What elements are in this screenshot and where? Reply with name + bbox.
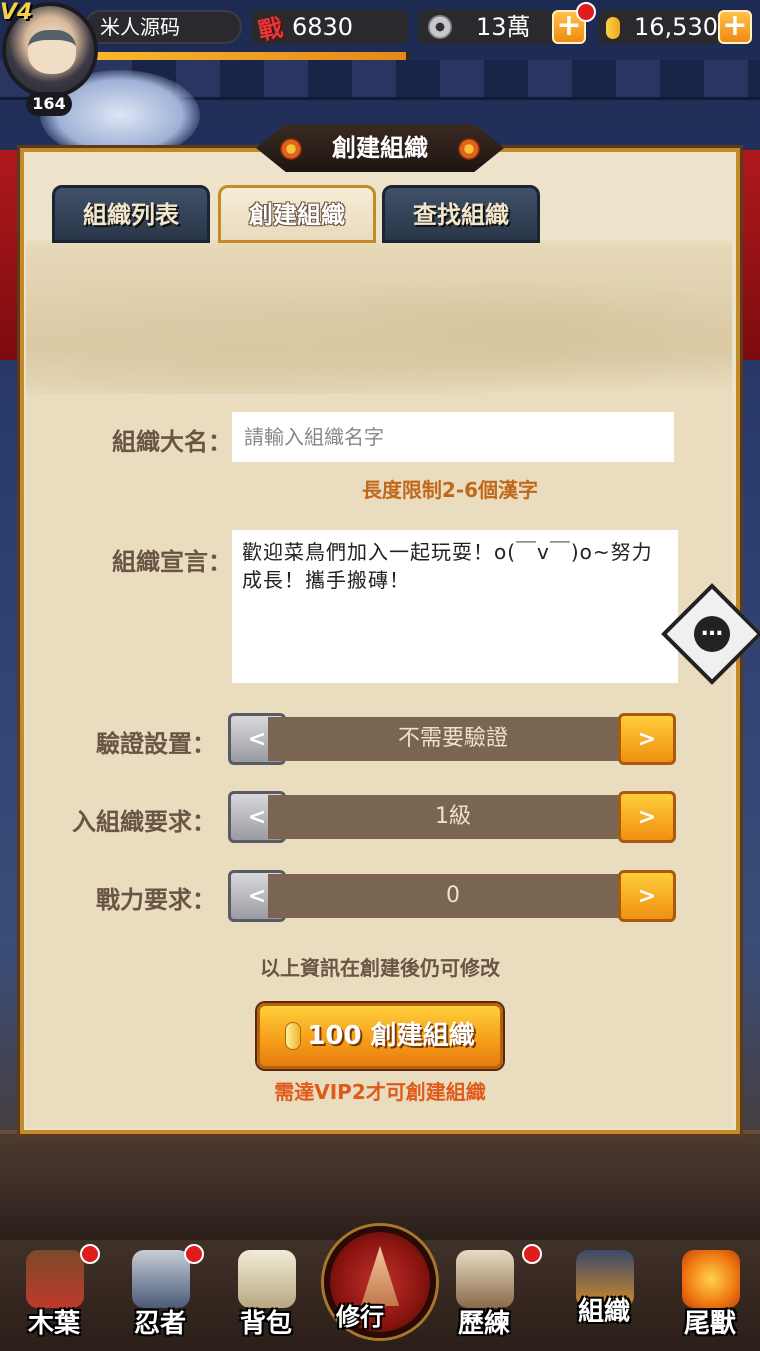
notification-dot — [576, 2, 596, 22]
nav-cultivation[interactable]: 修行 — [324, 1226, 436, 1338]
level-next-button[interactable]: > — [618, 791, 676, 843]
top-bar: 米人源码 戰 6830 13萬 + 16,530 + — [0, 0, 760, 60]
notification-dot — [522, 1244, 542, 1264]
power-requirement-value: 0 — [268, 874, 638, 918]
organization-motto-input[interactable]: 歡迎菜鳥們加入一起玩耍！o(￣v￣)o~努力成長！攜手搬磚！ — [232, 530, 678, 683]
coins-value: 13萬 — [476, 13, 531, 41]
tab-search-organization[interactable]: 查找組織 — [382, 185, 540, 243]
kunai-icon — [456, 1250, 514, 1308]
gold-icon — [606, 17, 620, 39]
ninja-headband-icon — [132, 1250, 190, 1308]
motto-label: 組織宣言： — [112, 548, 232, 576]
vip-badge: V4 — [0, 0, 33, 25]
nav-label: 木葉 — [27, 1309, 80, 1339]
nav-label: 忍者 — [133, 1309, 186, 1339]
name-label: 組織大名： — [112, 428, 232, 456]
level-badge: 164 — [26, 92, 72, 116]
nav-label: 修行 — [336, 1303, 384, 1331]
gold-display: 16,530 + — [598, 10, 752, 44]
name-length-hint: 長度限制2-6個漢字 — [361, 478, 539, 502]
panel-scenery — [26, 244, 732, 394]
verify-label: 驗證設置： — [96, 730, 216, 758]
player-name: 米人源码 — [84, 10, 242, 44]
level-requirement-selector: < 1級 > — [228, 791, 676, 843]
scroll-icon — [238, 1250, 296, 1308]
avatar-face — [28, 30, 76, 74]
gold-icon — [285, 1022, 302, 1050]
nav-label: 組織 — [577, 1297, 630, 1327]
tab-create-organization[interactable]: 創建組織 — [218, 185, 376, 243]
vip-requirement-note: 需達VIP2才可創建組織 — [274, 1080, 486, 1104]
power-display: 戰 6830 — [252, 10, 408, 46]
coin-icon — [428, 15, 452, 39]
swirl-left-icon — [280, 138, 302, 160]
nav-label: 歷練 — [457, 1309, 510, 1339]
edit-later-note: 以上資訊在創建後仍可修改 — [260, 956, 500, 980]
power-value: 6830 — [292, 13, 354, 41]
level-requirement-label: 入組織要求： — [72, 808, 216, 836]
power-icon: 戰 — [255, 13, 286, 46]
nav-label: 尾獸 — [683, 1309, 736, 1339]
konoha-icon — [26, 1250, 84, 1308]
nav-label: 背包 — [239, 1309, 292, 1339]
power-requirement-label: 戰力要求： — [96, 886, 216, 914]
coins-display: 13萬 + — [418, 10, 586, 44]
notification-dot — [184, 1244, 204, 1264]
create-organization-button[interactable]: 100 創建組織 — [257, 1003, 503, 1069]
verify-value: 不需要驗證 — [268, 717, 638, 761]
power-requirement-selector: < 0 > — [228, 870, 676, 922]
gold-value: 16,530 — [634, 13, 718, 41]
power-next-button[interactable]: > — [618, 870, 676, 922]
create-button-label: 100 創建組織 — [307, 1021, 475, 1051]
swirl-right-icon — [458, 138, 480, 160]
experience-fill — [92, 52, 406, 60]
level-requirement-value: 1級 — [268, 795, 638, 839]
tab-organization-list[interactable]: 組織列表 — [52, 185, 210, 243]
notification-dot — [80, 1244, 100, 1264]
nav-organization[interactable]: 組織 — [554, 1240, 654, 1350]
verify-selector: < 不需要驗證 > — [228, 713, 676, 765]
nav-training[interactable]: 歷練 — [434, 1240, 534, 1350]
nav-tailed-beast[interactable]: 尾獸 — [660, 1240, 760, 1350]
organization-name-input[interactable] — [232, 412, 674, 462]
nine-tails-icon — [682, 1250, 740, 1308]
chat-icon: … — [694, 616, 730, 652]
nav-backpack[interactable]: 背包 — [216, 1240, 316, 1350]
add-gold-button[interactable]: + — [718, 10, 752, 44]
background-floor — [0, 1130, 760, 1240]
experience-bar — [92, 52, 412, 60]
verify-next-button[interactable]: > — [618, 713, 676, 765]
